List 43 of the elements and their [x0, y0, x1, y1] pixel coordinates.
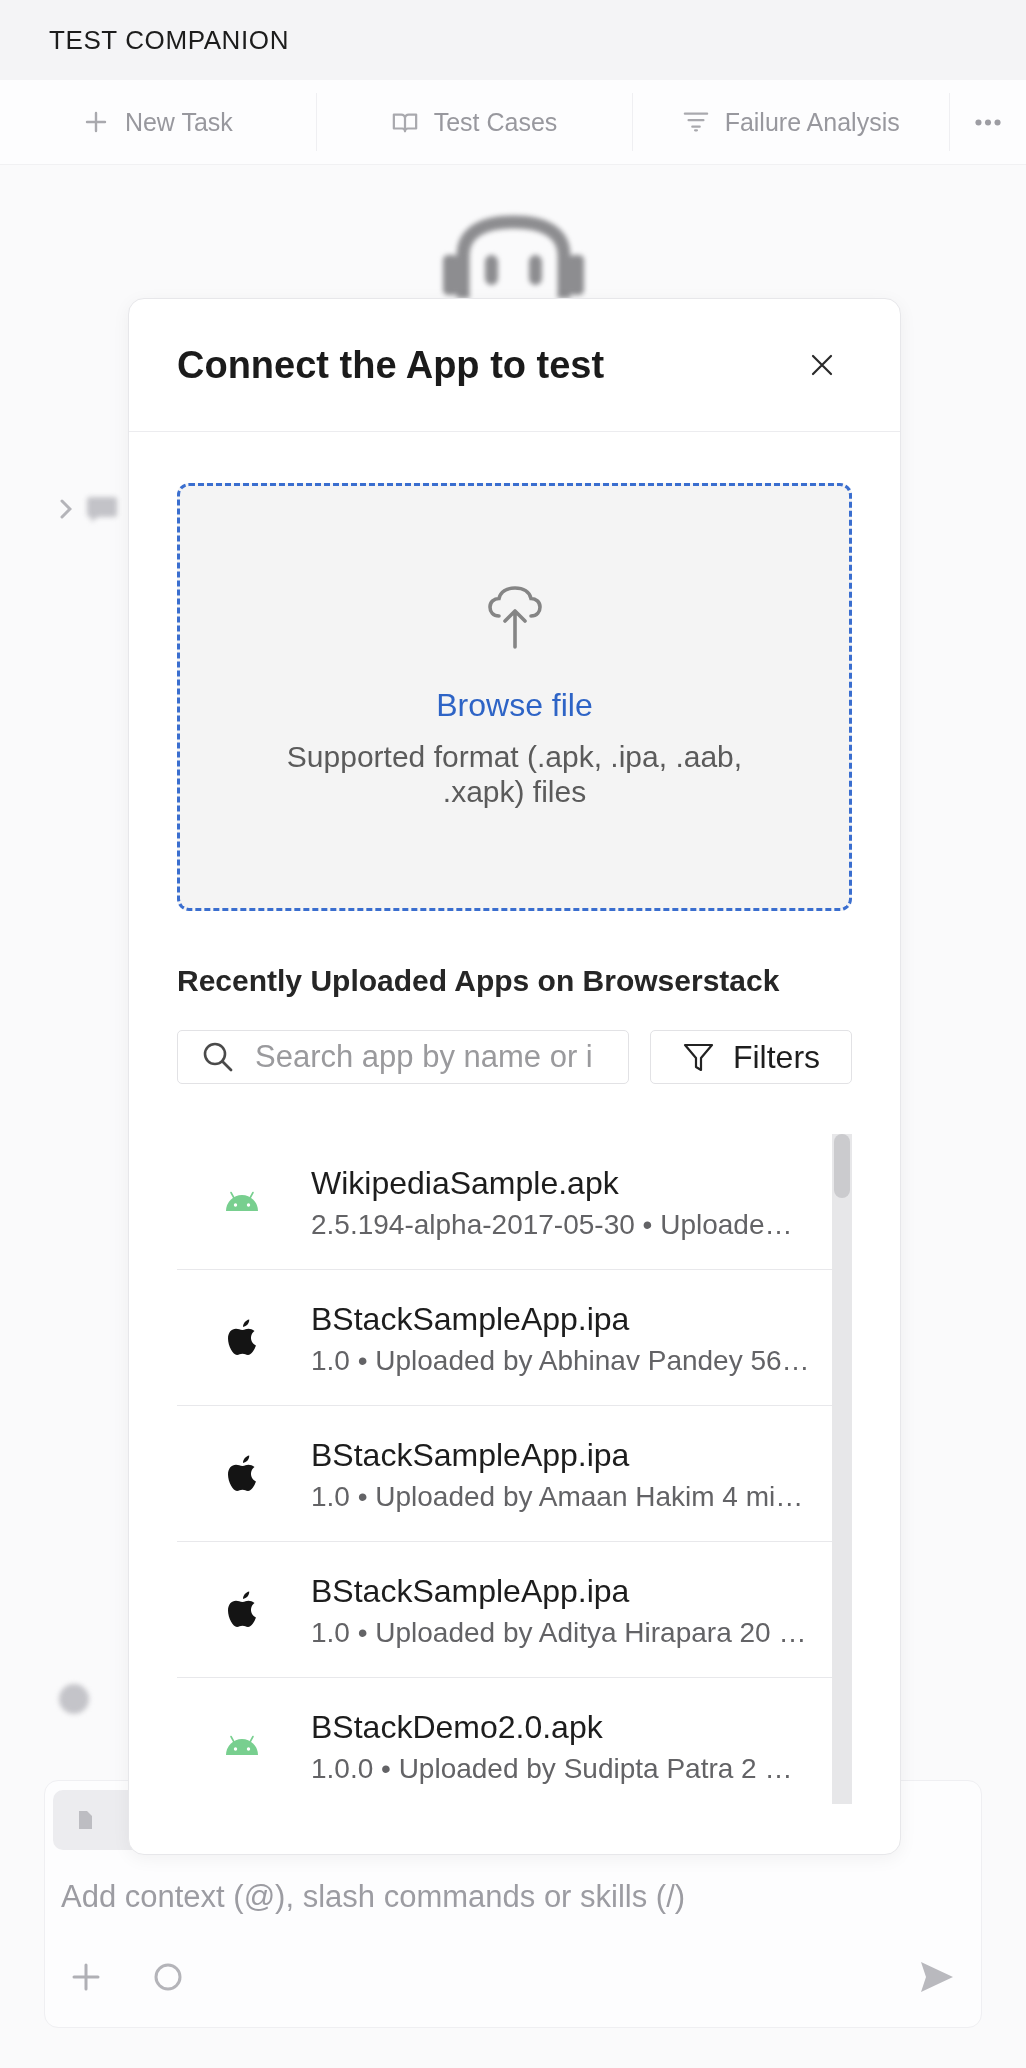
app-name: BStackDemo2.0.apk — [311, 1708, 604, 1747]
scrollbar-thumb[interactable] — [834, 1134, 850, 1198]
more-icon — [975, 118, 1001, 126]
apple-icon — [226, 1455, 258, 1492]
apple-icon — [226, 1319, 258, 1356]
app-details: 1.0 • Uploaded by Amaan Hakim 4 mi… — [311, 1480, 804, 1514]
search-field[interactable]: Search app by name or i — [177, 1030, 629, 1084]
app-list-item[interactable]: BStackSampleApp.ipa 1.0 • Uploaded by Abhinav Pandey 56… — [177, 1270, 832, 1406]
apple-icon — [226, 1591, 258, 1628]
book-icon — [391, 110, 418, 134]
app-details: 1.0 • Uploaded by Aditya Hirapara 20 … — [311, 1616, 807, 1650]
supported-formats-text: Supported format (.apk, .ipa, .aab, .xapk) files — [285, 739, 744, 809]
app-list-item[interactable]: BStackSampleApp.ipa 1.0 • Uploaded by Aditya Hirapara 20 … — [177, 1542, 832, 1678]
chevron-icon[interactable] — [60, 499, 72, 519]
app-details: 1.0 • Uploaded by Abhinav Pandey 56… — [311, 1344, 810, 1378]
app-details: 2.5.194-alpha-2017-05-30 • Uploade… — [311, 1208, 793, 1242]
filters-button[interactable]: Filters — [650, 1030, 852, 1084]
app-name: BStackSampleApp.ipa — [311, 1300, 631, 1339]
close-icon — [811, 354, 833, 376]
plus-icon[interactable] — [71, 1962, 101, 1992]
android-icon — [224, 1735, 260, 1755]
app-name: BStackSampleApp.ipa — [311, 1436, 631, 1475]
android-icon — [224, 1191, 260, 1211]
list-icon — [682, 110, 709, 134]
message-input[interactable]: Add context (@), slash commands or skills (/) — [53, 1878, 973, 1918]
document-icon — [77, 1810, 93, 1830]
robot-headset-icon — [442, 214, 584, 298]
recent-apps-heading: Recently Uploaded Apps on Browserstack — [177, 963, 781, 999]
app-list-item[interactable]: BStackDemo2.0.apk 1.0.0 • Uploaded by Sudipta Patra 2 … — [177, 1678, 832, 1804]
ring-icon[interactable] — [153, 1962, 183, 1992]
app-name: BStackSampleApp.ipa — [311, 1572, 631, 1611]
app-title: TEST COMPANION — [49, 24, 289, 56]
browse-file-link[interactable]: Browse file — [436, 685, 593, 725]
modal-title: Connect the App to test — [177, 343, 605, 387]
app-name: WikipediaSample.apk — [311, 1164, 620, 1203]
send-icon[interactable] — [919, 1960, 955, 1994]
upload-dropzone[interactable]: Browse file Supported format (.apk, .ipa, .aab, .xapk) files — [177, 483, 852, 911]
app-details: 1.0.0 • Uploaded by Sudipta Patra 2 … — [311, 1752, 793, 1786]
search-icon — [202, 1041, 233, 1072]
app-list-item[interactable]: BStackSampleApp.ipa 1.0 • Uploaded by Amaan Hakim 4 mi… — [177, 1406, 832, 1542]
cloud-upload-icon — [486, 585, 543, 650]
chat-icon — [86, 495, 118, 523]
avatar-icon — [59, 1684, 89, 1714]
